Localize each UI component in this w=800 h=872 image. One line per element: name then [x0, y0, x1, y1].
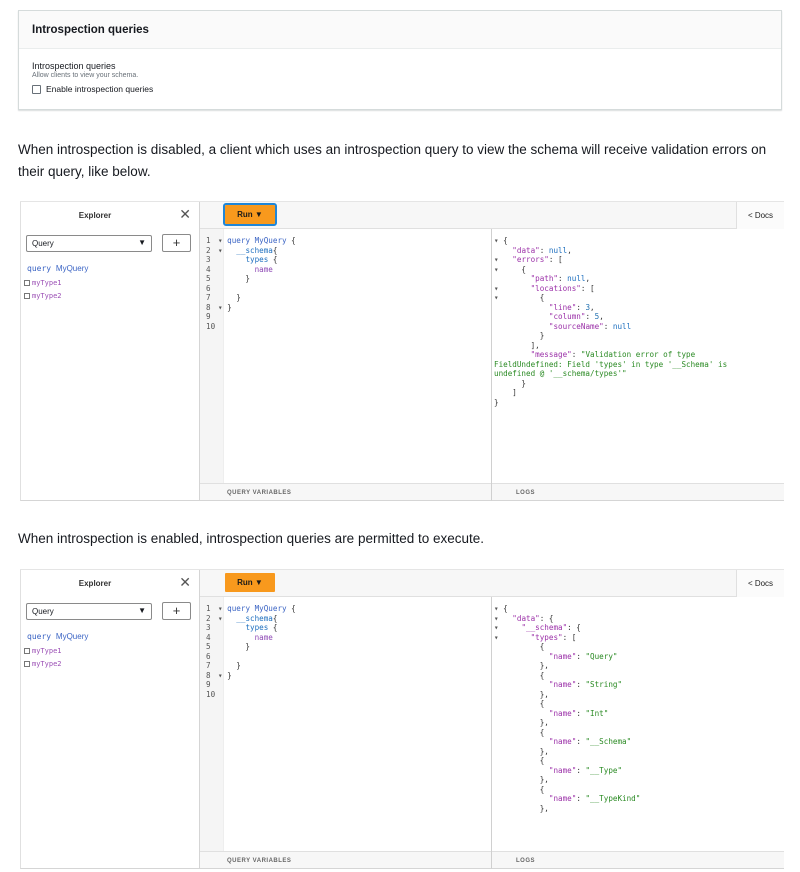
- operation-select-value: Query: [32, 607, 54, 616]
- run-button[interactable]: Run ▼: [223, 203, 277, 226]
- introspection-settings-panel: Introspection queries Introspection quer…: [18, 10, 782, 110]
- query-variables-tab[interactable]: QUERY VARIABLES: [200, 483, 491, 500]
- checkbox-icon[interactable]: [24, 648, 30, 654]
- query-code[interactable]: 1 ▾ query MyQuery { 2 ▾ __schema{ 3 types …: [206, 604, 296, 699]
- toolbar: Run ▼ < Docs: [200, 570, 784, 597]
- query-editor[interactable]: 1 ▾ query MyQuery { 2 ▾ __schema{ 3 types …: [200, 229, 492, 501]
- explorer-type-item[interactable]: myType2: [24, 660, 62, 668]
- query-keyword: query: [27, 264, 52, 273]
- type-label: myType1: [32, 279, 62, 287]
- result-panel: ▾ { "data": null, ▾ "errors": [ ▾ { "pat…: [492, 229, 784, 501]
- query-variables-tab[interactable]: QUERY VARIABLES: [200, 851, 491, 868]
- docs-button[interactable]: < Docs: [736, 570, 784, 597]
- add-operation-button[interactable]: +: [162, 234, 191, 252]
- panel-title: Introspection queries: [19, 11, 781, 49]
- explorer-type-item[interactable]: myType1: [24, 279, 62, 287]
- type-label: myType2: [32, 660, 62, 668]
- query-code[interactable]: 1 ▾ query MyQuery { 2 ▾ __schema{ 3 types …: [206, 236, 296, 331]
- result-json: ▾ { "data": null, ▾ "errors": [ ▾ { "pat…: [494, 236, 728, 407]
- paragraph-disabled: When introspection is disabled, a client…: [18, 142, 767, 179]
- logs-tab[interactable]: LOGS: [492, 483, 784, 500]
- enable-introspection-checkbox[interactable]: Enable introspection queries: [32, 84, 768, 94]
- explorer-type-item[interactable]: myType2: [24, 292, 62, 300]
- query-keyword: query: [27, 632, 52, 641]
- dropdown-arrow-icon: ▼: [138, 238, 146, 247]
- field-description: Allow clients to view your schema.: [32, 72, 139, 79]
- explorer-panel: Explorer ✕ Query ▼ + query MyQuery myType…: [20, 570, 200, 869]
- graphiql-disabled: Explorer ✕ Query ▼ + query MyQuery myType…: [20, 201, 784, 501]
- operation-select[interactable]: Query ▼: [26, 235, 152, 252]
- explorer-title: Explorer: [78, 211, 112, 220]
- checkbox-icon[interactable]: [24, 661, 30, 667]
- checkbox-icon[interactable]: [24, 293, 30, 299]
- explorer-query[interactable]: query MyQuery: [27, 632, 88, 641]
- operation-select[interactable]: Query ▼: [26, 603, 152, 620]
- explorer-title: Explorer: [78, 579, 112, 588]
- checkbox-label: Enable introspection queries: [46, 84, 154, 94]
- query-name: MyQuery: [55, 632, 89, 641]
- toolbar: Run ▼ < Docs: [200, 202, 784, 229]
- run-button[interactable]: Run ▼: [225, 573, 275, 592]
- dropdown-arrow-icon: ▼: [138, 606, 146, 615]
- query-editor[interactable]: 1 ▾ query MyQuery { 2 ▾ __schema{ 3 types …: [200, 597, 492, 869]
- close-icon[interactable]: ✕: [179, 206, 191, 223]
- add-operation-button[interactable]: +: [162, 602, 191, 620]
- logs-tab[interactable]: LOGS: [492, 851, 784, 868]
- type-label: myType2: [32, 292, 62, 300]
- graphiql-enabled: Explorer ✕ Query ▼ + query MyQuery myType…: [20, 569, 784, 869]
- operation-select-value: Query: [32, 239, 54, 248]
- result-panel: ▾ { ▾ "data": { ▾ "__schema": { ▾ "types…: [492, 597, 784, 869]
- checkbox-icon[interactable]: [24, 280, 30, 286]
- docs-button[interactable]: < Docs: [736, 202, 784, 229]
- explorer-query[interactable]: query MyQuery: [27, 264, 88, 273]
- paragraph-enabled: When introspection is enabled, introspec…: [18, 531, 485, 546]
- checkbox-icon[interactable]: [32, 84, 41, 94]
- result-json: ▾ { ▾ "data": { ▾ "__schema": { ▾ "types…: [494, 604, 641, 813]
- close-icon[interactable]: ✕: [179, 574, 191, 591]
- field-label: Introspection queries: [32, 61, 116, 71]
- type-label: myType1: [32, 647, 62, 655]
- query-name: MyQuery: [55, 264, 89, 273]
- explorer-panel: Explorer ✕ Query ▼ + query MyQuery myType…: [20, 202, 200, 501]
- explorer-type-item[interactable]: myType1: [24, 647, 62, 655]
